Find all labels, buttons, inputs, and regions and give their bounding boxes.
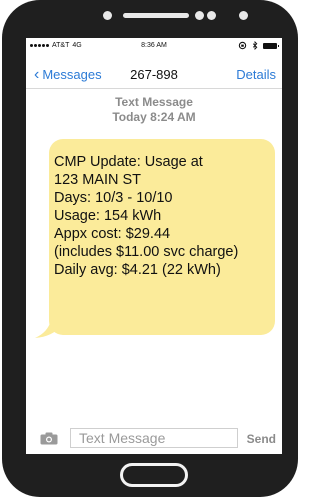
status-bar: AT&T 4G 8:36 AM [26,38,282,56]
earpiece-speaker [123,13,189,18]
message-timestamp: Today 8:24 AM [112,110,196,124]
sensor-dot [195,11,204,20]
message-line: CMP Update: Usage at [54,154,203,170]
bubble-tail [35,320,61,338]
message-text: CMP Update: Usage at 123 MAIN ST Days: 1… [54,153,276,279]
phone-frame: AT&T 4G 8:36 AM ‹ Messages 267-898 Detai… [2,0,298,497]
message-line: Usage: 154 kWh [54,208,162,224]
details-button[interactable]: Details [236,67,276,82]
navigation-bar: ‹ Messages 267-898 Details [26,60,282,89]
message-line: (includes $11.00 svc charge) [54,244,239,260]
send-button[interactable]: Send [247,432,276,446]
sensor-dot [207,11,216,20]
sensor-dot [103,11,112,20]
camera-icon[interactable] [40,432,58,445]
message-line: Days: 10/3 - 10/10 [54,190,173,206]
message-input[interactable]: Text Message [70,428,238,448]
message-meta: Text Message Today 8:24 AM [26,95,282,125]
status-right [238,41,279,50]
bluetooth-icon [252,41,258,50]
composer-bar: Text Message Send [26,424,282,454]
message-line: 123 MAIN ST [54,172,142,188]
message-line: Appx cost: $29.44 [54,226,171,242]
phone-screen: AT&T 4G 8:36 AM ‹ Messages 267-898 Detai… [26,38,282,454]
rotation-lock-icon [238,41,247,50]
battery-icon [263,42,279,49]
home-button[interactable] [120,463,188,487]
message-type-label: Text Message [115,95,193,109]
front-camera-dot [239,11,248,20]
message-line: Daily avg: $4.21 (22 kWh) [54,262,221,278]
